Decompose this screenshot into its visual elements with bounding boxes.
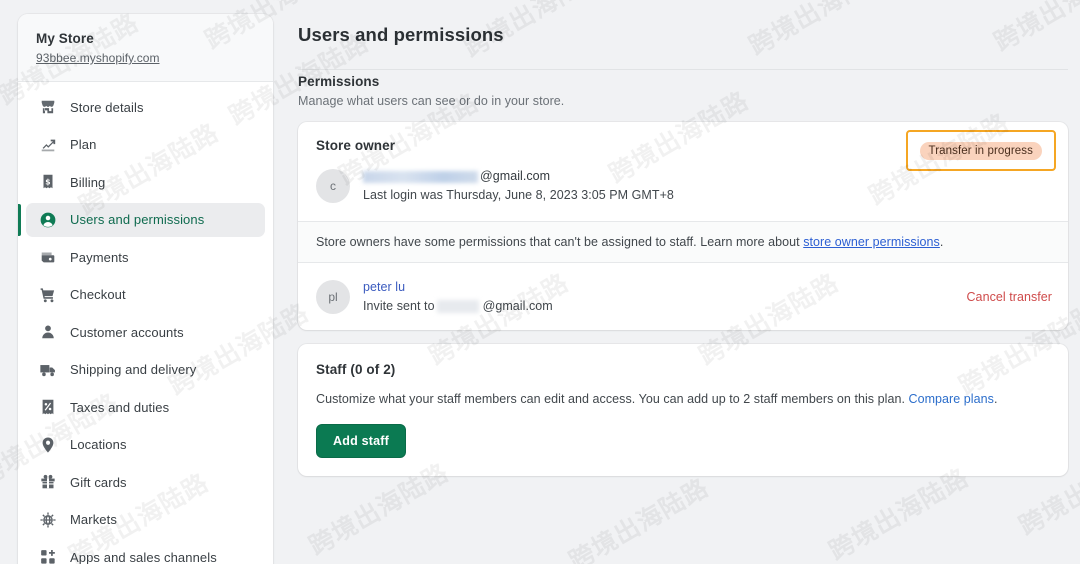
avatar: c (316, 169, 350, 203)
last-login-text: Last login was Thursday, June 8, 2023 3:… (363, 188, 674, 202)
add-staff-button[interactable]: Add staff (316, 424, 406, 458)
location-pin-icon (38, 435, 57, 454)
staff-card: Staff (0 of 2) Customize what your staff… (298, 344, 1068, 476)
invite-details: peter lu Invite sent to @gmail.com (363, 277, 553, 316)
store-name: My Store (36, 31, 94, 46)
invitee-name-link[interactable]: peter lu (363, 280, 405, 294)
compare-plans-link[interactable]: Compare plans (909, 392, 994, 406)
sidebar-item-label: Taxes and duties (70, 399, 170, 415)
page-root: My Store 93bbee.myshopify.com Store deta… (0, 0, 1080, 564)
sidebar-item-markets[interactable]: Markets (26, 503, 265, 537)
sidebar-item-payments[interactable]: Payments (26, 240, 265, 274)
staff-description-prefix: Customize what your staff members can ed… (316, 392, 909, 406)
email-domain: @gmail.com (480, 169, 551, 183)
sidebar-item-label: Store details (70, 99, 144, 115)
sidebar-item-label: Markets (70, 512, 117, 527)
gift-icon (38, 473, 57, 492)
sidebar-item-locations[interactable]: Locations (26, 428, 265, 462)
pending-invite-row: pl peter lu Invite sent to @gmail.com Can… (298, 263, 1068, 330)
sidebar-item-billing[interactable]: $ Billing (26, 165, 265, 199)
sidebar-item-gift-cards[interactable]: Gift cards (26, 465, 265, 499)
invite-sent-text: Invite sent to @gmail.com (363, 297, 553, 316)
settings-sidebar: My Store 93bbee.myshopify.com Store deta… (18, 14, 273, 564)
payments-icon (38, 248, 57, 267)
note-prefix: Store owners have some permissions that … (316, 235, 804, 249)
store-icon (38, 98, 57, 117)
store-owner-card: Store owner Transfer in progress c @gmai… (298, 122, 1068, 330)
svg-text:$: $ (45, 177, 50, 186)
permissions-title: Permissions (298, 74, 380, 89)
sidebar-item-label: Payments (70, 249, 129, 265)
staff-description: Customize what your staff members can ed… (316, 392, 1050, 406)
billing-icon: $ (38, 173, 57, 192)
sidebar-item-label: Users and permissions (70, 212, 205, 227)
store-owner-details: @gmail.com Last login was Thursday, June… (363, 167, 674, 205)
owner-permissions-note: Store owners have some permissions that … (298, 222, 1068, 262)
note-suffix: . (939, 235, 944, 249)
staff-description-suffix: . (993, 392, 998, 406)
sidebar-item-checkout[interactable]: Checkout (26, 278, 265, 312)
sidebar-item-label: Apps and sales channels (70, 549, 217, 564)
permissions-section-header: Permissions Manage what users can see or… (290, 46, 1080, 108)
transfer-badge-highlight: Transfer in progress (905, 130, 1056, 171)
sidebar-item-label: Billing (70, 174, 106, 190)
user-circle-icon (38, 210, 57, 229)
header-divider (298, 69, 1068, 70)
sidebar-item-label: Customer accounts (70, 324, 184, 340)
sidebar-item-users-and-permissions[interactable]: Users and permissions (18, 202, 265, 237)
customer-icon (38, 323, 57, 342)
avatar: pl (316, 279, 350, 314)
apps-plus-icon (38, 548, 57, 564)
store-owner-email: @gmail.com (363, 167, 674, 186)
page-title: Users and permissions (298, 24, 504, 45)
sidebar-item-label: Gift cards (70, 474, 127, 490)
sidebar-item-store-details[interactable]: Store details (26, 90, 265, 124)
redacted-email-block (363, 170, 478, 183)
sidebar-item-label: Plan (70, 137, 97, 152)
sidebar-item-label: Locations (70, 437, 127, 452)
store-owner-card-header: Store owner Transfer in progress (298, 122, 1068, 171)
cancel-transfer-link[interactable]: Cancel transfer (966, 290, 1052, 304)
invite-prefix: Invite sent to (363, 299, 435, 313)
store-domain-link[interactable]: 93bbee.myshopify.com (36, 51, 160, 65)
truck-icon (38, 360, 57, 379)
redacted-invite-email-block (436, 300, 479, 314)
store-owner-row: c @gmail.com Last login was Thursday, Ju… (298, 167, 1068, 221)
invite-email-domain: @gmail.com (482, 299, 553, 313)
main-content: Users and permissions Permissions Manage… (290, 0, 1080, 564)
sidebar-item-taxes-and-duties[interactable]: Taxes and duties (26, 390, 265, 424)
sidebar-item-label: Checkout (70, 287, 126, 302)
sidebar-item-plan[interactable]: Plan (26, 128, 265, 162)
sidebar-item-apps-and-sales-channels[interactable]: Apps and sales channels (26, 540, 265, 564)
plan-icon (38, 135, 57, 154)
sidebar-item-shipping-and-delivery[interactable]: Shipping and delivery (26, 353, 265, 387)
percent-receipt-icon (38, 398, 57, 417)
store-header: My Store 93bbee.myshopify.com (18, 14, 273, 82)
permissions-subtitle: Manage what users can see or do in your … (298, 94, 565, 108)
settings-nav: Store details Plan $ Billing Users and permi… (18, 82, 273, 564)
sidebar-item-customer-accounts[interactable]: Customer accounts (26, 315, 265, 349)
cart-icon (38, 285, 57, 304)
sidebar-item-label: Shipping and delivery (70, 362, 197, 377)
status-badge: Transfer in progress (919, 142, 1042, 160)
globe-target-icon (38, 510, 57, 529)
store-owner-permissions-link[interactable]: store owner permissions (803, 235, 940, 249)
staff-title: Staff (0 of 2) (316, 362, 396, 377)
